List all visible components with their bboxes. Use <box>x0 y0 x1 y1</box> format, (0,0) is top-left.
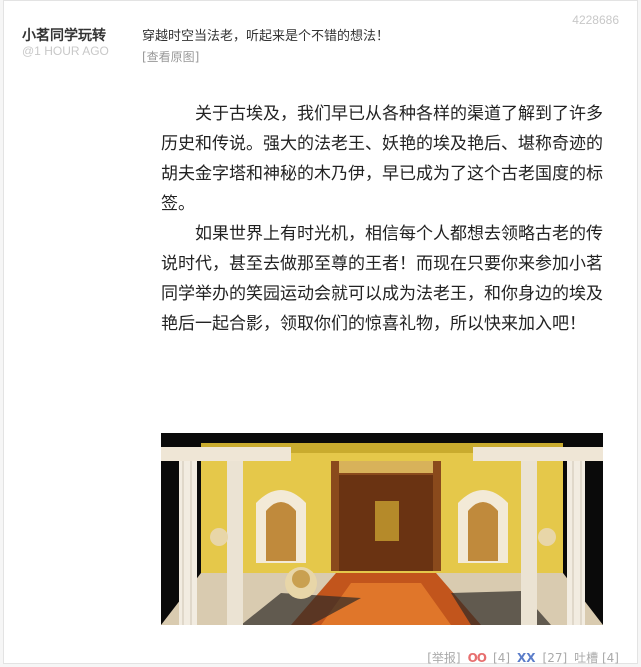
post-content: 关于古埃及，我们早已从各种各样的渠道了解到了许多历史和传说。强大的法老王、妖艳的… <box>161 99 613 339</box>
egyptian-stage-photo <box>161 433 603 625</box>
post-footer: [举报] OO [4] XX [27] 吐槽 [4] <box>427 649 619 666</box>
view-original-link[interactable]: [查看原图] <box>142 48 199 65</box>
author-name[interactable]: 小茗同学玩转 <box>22 25 106 45</box>
post-image[interactable] <box>161 433 603 625</box>
post-time: @1 HOUR AGO <box>22 44 109 58</box>
paragraph: 关于古埃及，我们早已从各种各样的渠道了解到了许多历史和传说。强大的法老王、妖艳的… <box>161 104 603 214</box>
report-link[interactable]: [举报] <box>427 649 460 666</box>
oo-button[interactable]: OO <box>468 651 487 665</box>
post-title: 穿越时空当法老，听起来是个不错的想法！ <box>142 29 390 44</box>
post-card: 小茗同学玩转 @1 HOUR AGO 4228686 穿越时空当法老，听起来是个… <box>3 0 638 666</box>
paragraph: 如果世界上有时光机，相信每个人都想去领略古老的传说时代，甚至去做那至尊的王者！而… <box>161 224 603 334</box>
xx-button[interactable]: XX <box>517 651 536 665</box>
comment-link[interactable]: 吐槽 [4] <box>574 649 619 666</box>
post-id[interactable]: 4228686 <box>572 13 619 27</box>
xx-count: [27] <box>542 650 568 665</box>
oo-count: [4] <box>493 650 511 665</box>
